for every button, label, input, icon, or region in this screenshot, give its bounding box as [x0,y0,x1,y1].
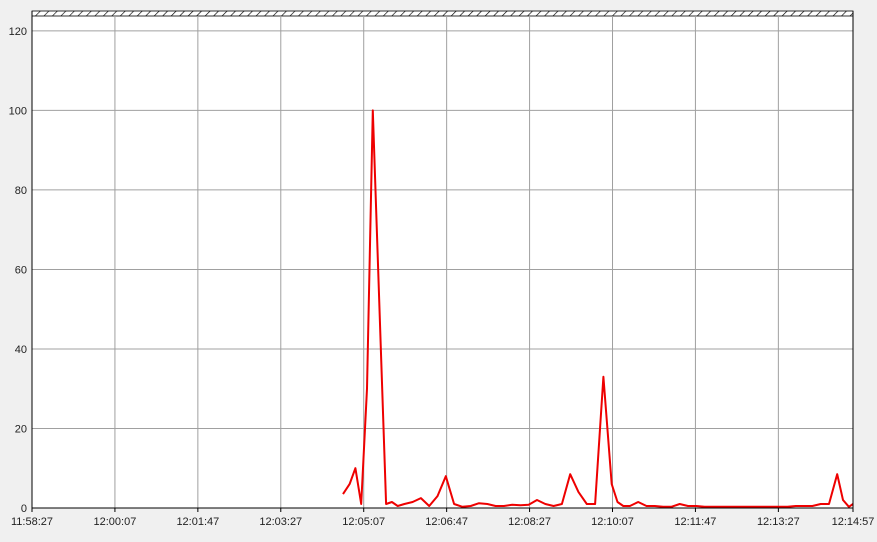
x-tick-label: 12:03:27 [259,516,302,528]
x-tick-label: 12:05:07 [342,516,385,528]
line-chart: 0 20 40 60 80 100 120 11:58:27 12:00:07 12:01:47 1… [9,10,875,528]
plot-background [32,11,853,508]
y-tick-label: 40 [15,344,27,356]
x-tick-label: 12:06:47 [425,516,468,528]
x-tick-label: 12:13:27 [757,516,800,528]
x-tick-label: 12:11:47 [674,516,716,528]
x-tick-label: 12:14:57 [832,516,875,528]
x-tick-label: 12:10:07 [591,516,634,528]
y-tick-label: 80 [15,185,27,197]
y-tick-label: 120 [9,26,27,38]
chart-area: 0 20 40 60 80 100 120 11:58:27 12:00:07 12:01:47 1… [0,0,877,537]
x-tick-label: 12:00:07 [94,516,137,528]
x-tick-label: 12:01:47 [176,516,219,528]
y-tick-label: 100 [9,105,27,117]
x-tick-label: 12:08:27 [508,516,551,528]
x-tick-label: 11:58:27 [11,516,53,528]
y-tick-label: 60 [15,264,27,276]
y-tick-label: 0 [21,503,27,515]
top-scroll-band [31,10,854,17]
y-tick-label: 20 [15,423,27,435]
